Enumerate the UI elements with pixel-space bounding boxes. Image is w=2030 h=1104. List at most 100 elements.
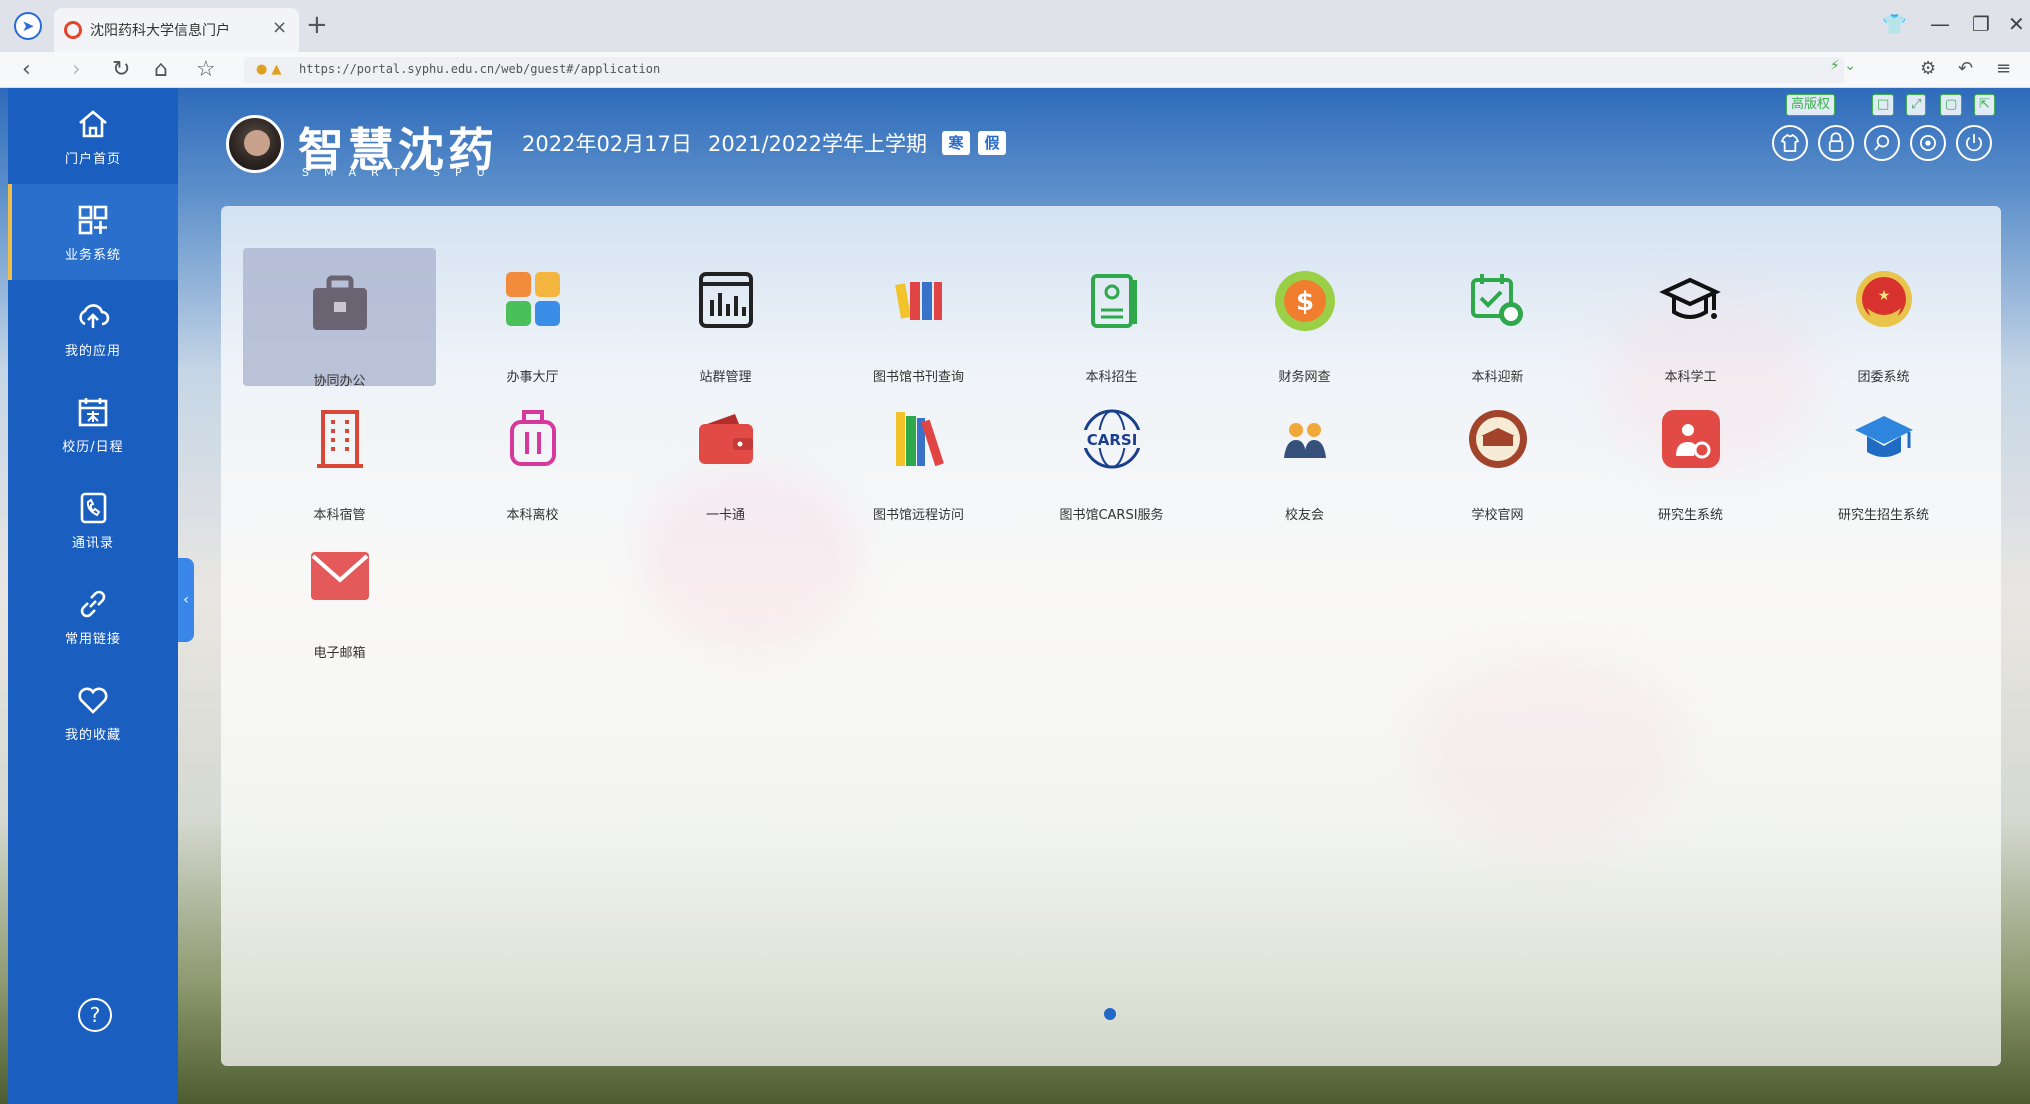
fullscreen-icon[interactable]: ⤢: [1906, 94, 1927, 116]
url-input[interactable]: ● ▲ https://portal.syphu.edu.cn/web/gues…: [244, 57, 1844, 83]
sidebar-item-home[interactable]: 门户首页: [8, 88, 178, 184]
app-label: 校友会: [1284, 508, 1324, 523]
app-label: 图书馆CARSI服务: [1059, 508, 1164, 523]
app-tile[interactable]: 站群管理: [629, 248, 822, 386]
window-icon[interactable]: ▢: [1940, 94, 1963, 116]
address-bar: ‹ › ↻ ⌂ ☆ ● ▲ https://portal.syphu.edu.c…: [0, 52, 2030, 88]
luggage-icon: [510, 410, 556, 466]
svg-text:★: ★: [1878, 288, 1891, 304]
tab-title: 沈阳药科大学信息门户: [90, 23, 230, 39]
copyright-tool[interactable]: 高版权: [1786, 94, 1836, 116]
sidebar: 门户首页 业务系统 我的应用 校历/日程 通讯录 常用链接 我的收藏 ?: [8, 88, 178, 1104]
app-tile[interactable]: 本科学工: [1594, 248, 1787, 386]
heart-icon: [78, 687, 108, 714]
youth-league-emblem-icon: ★: [1856, 271, 1912, 327]
link-icon: [80, 590, 106, 618]
app-tile[interactable]: CARSI 图书馆CARSI服务: [1015, 386, 1208, 524]
avatar[interactable]: [226, 115, 284, 173]
back-icon[interactable]: ‹: [22, 57, 31, 82]
app-label: 本科宿管: [313, 508, 366, 523]
academic-term: 2021/2022学年上学期: [708, 132, 927, 156]
building-icon: [317, 410, 363, 468]
application-panel: 协同办公 办事大厅 站群管理 图书馆书刊查询 本科招生 $ 财务网查 本科迎新: [221, 206, 2001, 1066]
sidebar-item-my-apps[interactable]: 我的应用: [8, 280, 178, 376]
shirt-icon[interactable]: 👕: [1882, 12, 1907, 36]
sidebar-collapse-button[interactable]: ‹: [178, 558, 194, 642]
app-label: 本科招生: [1085, 370, 1138, 385]
vacation-badge: 假: [978, 131, 1006, 155]
new-tab-icon[interactable]: +: [306, 10, 328, 40]
tab-close-icon[interactable]: ×: [272, 17, 287, 38]
four-squares-icon: [506, 272, 560, 326]
app-tile[interactable]: 研究生招生系统: [1787, 386, 1980, 524]
app-label: 图书馆书刊查询: [872, 370, 964, 385]
settings-gear-icon[interactable]: ⚙: [1920, 58, 1936, 79]
app-tile[interactable]: 校友会: [1208, 386, 1401, 524]
sidebar-item-contacts[interactable]: 通讯录: [8, 472, 178, 568]
id-card-icon: [1091, 274, 1137, 328]
close-window-icon[interactable]: ✕: [2008, 12, 2025, 36]
app-tile[interactable]: 协同办公: [243, 248, 436, 389]
app-label: 办事大厅: [506, 370, 559, 385]
app-label: 研究生招生系统: [1837, 508, 1929, 523]
sidebar-item-favorites[interactable]: 我的收藏: [8, 664, 178, 760]
home-nav-icon[interactable]: ⌂: [154, 57, 168, 82]
search-icon[interactable]: [1864, 125, 1900, 161]
envelope-icon: [311, 552, 369, 600]
app-tile[interactable]: 办事大厅: [436, 248, 629, 386]
carsi-globe-icon: CARSI: [1081, 409, 1143, 469]
books-icon: [896, 412, 944, 467]
app-tile[interactable]: 本科迎新: [1401, 248, 1594, 386]
toolbar-tools: 高版权 □ ⤢ ▢ ⇱: [1786, 90, 2030, 120]
phone-book-icon: [80, 492, 107, 524]
tab-favicon-icon: [64, 21, 82, 39]
tool-button[interactable]: □: [1872, 94, 1895, 116]
lock-icon[interactable]: [1818, 125, 1854, 161]
app-tile[interactable]: 电子邮箱: [243, 524, 436, 662]
wallet-icon: [699, 414, 753, 464]
pager-dot[interactable]: [1104, 1008, 1116, 1020]
app-tile[interactable]: $ 财务网查: [1208, 248, 1401, 386]
graduation-cap-icon: [1659, 277, 1721, 319]
sidebar-item-label: 业务系统: [64, 248, 121, 263]
app-label: 一卡通: [705, 508, 745, 523]
svg-text:CARSI: CARSI: [1087, 431, 1138, 449]
app-tile[interactable]: 本科宿管: [243, 386, 436, 524]
flash-icon[interactable]: ⚡ ⌄: [1830, 58, 1856, 74]
app-tile[interactable]: 学校官网: [1401, 386, 1594, 524]
power-icon[interactable]: [1956, 125, 1992, 161]
refresh-icon[interactable]: ↻: [112, 57, 130, 82]
book-binders-icon: [895, 282, 942, 320]
undo-icon[interactable]: ↶: [1958, 58, 1973, 79]
sidebar-item-links[interactable]: 常用链接: [8, 568, 178, 664]
menu-icon[interactable]: ≡: [1996, 58, 2011, 79]
blue-cap-icon: [1855, 416, 1913, 457]
app-tile[interactable]: 图书馆书刊查询: [822, 248, 1015, 386]
bookmark-star-icon[interactable]: ☆: [196, 57, 216, 82]
minimize-icon[interactable]: —: [1930, 12, 1950, 36]
browser-tab[interactable]: 沈阳药科大学信息门户 ×: [54, 8, 299, 52]
app-tile[interactable]: 本科离校: [436, 386, 629, 524]
help-icon[interactable]: ?: [78, 998, 112, 1032]
school-seal-icon: [1469, 410, 1527, 468]
forward-icon[interactable]: ›: [72, 57, 81, 82]
app-tile[interactable]: 本科招生: [1015, 248, 1208, 386]
restore-icon[interactable]: ❐: [1972, 12, 1990, 36]
cloud-upload-icon: [79, 304, 110, 328]
share-icon[interactable]: ⇱: [1974, 94, 1995, 116]
sidebar-item-business-system[interactable]: 业务系统: [8, 184, 178, 280]
browser-tab-bar: ➤ 沈阳药科大学信息门户 × + 👕 — ❐ ✕: [0, 0, 2030, 52]
app-tile[interactable]: ★ 团委系统: [1787, 248, 1980, 386]
app-tile[interactable]: 图书馆远程访问: [822, 386, 1015, 524]
calendar-icon: [78, 398, 108, 427]
app-tile[interactable]: 一卡通: [629, 386, 822, 524]
browser-logo-icon[interactable]: ➤: [14, 12, 42, 40]
dollar-coin-icon: $: [1275, 271, 1335, 331]
apps-grid-icon: [78, 205, 108, 235]
sidebar-item-calendar[interactable]: 校历/日程: [8, 376, 178, 472]
url-text: https://portal.syphu.edu.cn/web/guest#/a…: [299, 62, 661, 76]
shirt-skin-icon[interactable]: [1772, 125, 1808, 161]
app-tile[interactable]: 研究生系统: [1594, 386, 1787, 524]
settings-icon[interactable]: [1910, 125, 1946, 161]
home-icon: [79, 110, 107, 138]
